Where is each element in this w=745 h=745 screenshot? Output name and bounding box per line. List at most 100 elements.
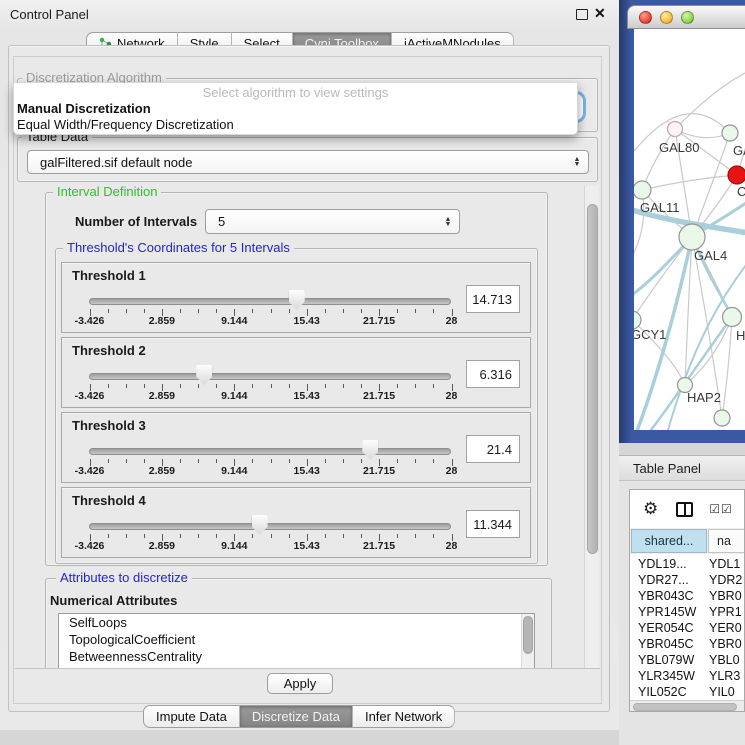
combo-stepper-icon: ▲▼ xyxy=(570,157,584,167)
node-label: GCY1 xyxy=(634,327,666,342)
network-graph: GAL80 GAL11 GAL4 GCY1 HAP2 GA C H xyxy=(634,29,745,430)
table-row[interactable]: YDR27...YDR2 xyxy=(630,572,745,588)
gear-icon[interactable]: ⚙ xyxy=(643,499,658,519)
algorithm-hint: Select algorithm to view settings xyxy=(14,85,577,101)
float-window-icon[interactable] xyxy=(576,9,588,20)
node-label: HAP2 xyxy=(687,390,721,405)
slider-track[interactable] xyxy=(89,523,451,530)
list-scrollbar[interactable] xyxy=(521,614,534,668)
table-row[interactable]: YDL19...YDL1 xyxy=(630,556,745,572)
algorithm-option[interactable]: Equal Width/Frequency Discretization xyxy=(14,117,577,133)
node-table: ⚙ ☑☑ shared... na YDL19...YDL1YDR27...YD… xyxy=(629,489,745,712)
apply-button[interactable]: Apply xyxy=(267,673,333,694)
zoom-traffic-light-icon[interactable] xyxy=(681,11,694,24)
node-circle[interactable] xyxy=(679,224,705,250)
axis-tick-label: 2.859 xyxy=(149,465,175,477)
node-circle[interactable] xyxy=(634,181,651,199)
node-label: GA xyxy=(733,143,745,158)
number-of-intervals-label: Number of Intervals xyxy=(75,214,197,229)
column-header-shared-name[interactable]: shared... xyxy=(631,529,707,553)
network-window-titlebar[interactable] xyxy=(627,5,745,29)
slider-handle[interactable] xyxy=(252,515,268,535)
axis-tick-label: -3.426 xyxy=(75,390,105,402)
node-selected-circle[interactable] xyxy=(728,166,745,184)
axis-tick-label: 21.715 xyxy=(363,315,395,327)
table-row[interactable]: YBR043CYBR0 xyxy=(630,588,745,604)
axis-tick-label: 9.144 xyxy=(221,465,247,477)
minimize-traffic-light-icon[interactable] xyxy=(660,11,673,24)
combo-stepper-icon: ▲▼ xyxy=(441,217,455,227)
axis-tick-label: 28 xyxy=(446,315,458,327)
control-panel: Control Panel ✕ NetworkStyleSelectCyni T… xyxy=(0,0,619,730)
attribute-item[interactable]: SelfLoops xyxy=(59,614,534,631)
axis-tick-label: -3.426 xyxy=(75,540,105,552)
algorithm-dropdown-popup: Select algorithm to view settings Manual… xyxy=(13,83,578,135)
axis-tick-label: 2.859 xyxy=(149,540,175,552)
tab-impute-data[interactable]: Impute Data xyxy=(143,705,240,728)
node-label: C xyxy=(737,184,745,199)
network-canvas[interactable]: GAL80 GAL11 GAL4 GCY1 HAP2 GA C H xyxy=(634,29,745,430)
tab-discretize-data[interactable]: Discretize Data xyxy=(240,705,353,728)
axis-tick-label: 9.144 xyxy=(221,315,247,327)
table-row[interactable]: YLR345WYLR3 xyxy=(630,668,745,684)
table-row[interactable]: YIL052CYIL0 xyxy=(630,684,745,700)
algorithm-option[interactable]: Manual Discretization xyxy=(14,101,577,117)
threshold-label: Threshold 4 xyxy=(72,493,146,508)
numerical-attributes-list[interactable]: SelfLoopsTopologicalCoefficientBetweenne… xyxy=(58,613,535,668)
table-header-row: shared... na xyxy=(630,528,745,554)
node-circle[interactable] xyxy=(714,410,730,426)
slider-track[interactable] xyxy=(89,373,451,380)
slider-handle[interactable] xyxy=(362,440,378,460)
node-circle[interactable] xyxy=(668,122,683,137)
axis-tick-label: 28 xyxy=(446,465,458,477)
attribute-item[interactable]: BetweennessCentrality xyxy=(59,648,534,665)
table-row[interactable]: YBR045CYBR0 xyxy=(630,636,745,652)
numerical-attributes-label: Numerical Attributes xyxy=(50,593,177,608)
thresholds-group-title: Threshold's Coordinates for 5 Intervals xyxy=(63,241,294,255)
number-of-intervals-combobox[interactable]: 5 ▲▼ xyxy=(205,209,460,234)
axis-tick-label: 15.43 xyxy=(294,390,320,402)
table-row[interactable]: YPR145WYPR1 xyxy=(630,604,745,620)
threshold-value-field[interactable]: 14.713 xyxy=(466,285,520,313)
number-of-intervals-value: 5 xyxy=(206,214,441,229)
axis-tick-label: 15.43 xyxy=(294,540,320,552)
slider-handle[interactable] xyxy=(196,365,212,385)
table-panel-body: ⚙ ☑☑ shared... na YDL19...YDL1YDR27...YD… xyxy=(619,481,745,745)
table-toolbar: ⚙ ☑☑ xyxy=(630,490,744,528)
node-circle[interactable] xyxy=(722,125,738,141)
threshold-value-field[interactable]: 21.4 xyxy=(466,435,520,463)
threshold-label: Threshold 3 xyxy=(72,418,146,433)
table-row[interactable]: YBL079WYBL0 xyxy=(630,652,745,668)
cyni-mode-tabs: Impute DataDiscretize DataInfer Network xyxy=(143,705,455,728)
panel-title: Control Panel xyxy=(10,7,89,22)
node-label: GAL80 xyxy=(659,140,699,155)
horizontal-scrollbar[interactable] xyxy=(630,700,744,712)
slider-handle[interactable] xyxy=(289,290,305,310)
scrollbar-thumb[interactable] xyxy=(587,204,598,554)
close-icon[interactable]: ✕ xyxy=(594,5,606,22)
select-columns-icon[interactable]: ☑☑ xyxy=(709,502,733,516)
tab-infer-network[interactable]: Infer Network xyxy=(353,705,455,728)
axis-tick-label: 21.715 xyxy=(363,390,395,402)
slider-track[interactable] xyxy=(89,448,451,455)
axis-tick-label: -3.426 xyxy=(75,315,105,327)
axis-tick-label: 15.43 xyxy=(294,465,320,477)
axis-tick-label: 28 xyxy=(446,540,458,552)
vertical-scrollbar[interactable] xyxy=(584,186,598,668)
table-data-combobox[interactable]: galFiltered.sif default node ▲▼ xyxy=(27,150,589,174)
threshold-value-field[interactable]: 11.344 xyxy=(466,510,520,538)
table-row[interactable]: YER054CYER0 xyxy=(630,620,745,636)
column-header-name[interactable]: na xyxy=(708,529,745,553)
split-columns-icon[interactable] xyxy=(676,502,693,517)
slider-track[interactable] xyxy=(89,298,451,305)
table-data-value: galFiltered.sif default node xyxy=(28,155,570,170)
scrollbar-thumb[interactable] xyxy=(633,703,737,711)
table-panel-title: Table Panel xyxy=(633,461,701,476)
node-circle[interactable] xyxy=(723,308,742,327)
close-traffic-light-icon[interactable] xyxy=(639,11,652,24)
node-label: H xyxy=(736,328,745,343)
attribute-item[interactable]: TopologicalCoefficient xyxy=(59,631,534,648)
table-panel-header: Table Panel xyxy=(619,455,745,481)
threshold-value-field[interactable]: 6.316 xyxy=(466,360,520,388)
axis-tick-label: 2.859 xyxy=(149,315,175,327)
